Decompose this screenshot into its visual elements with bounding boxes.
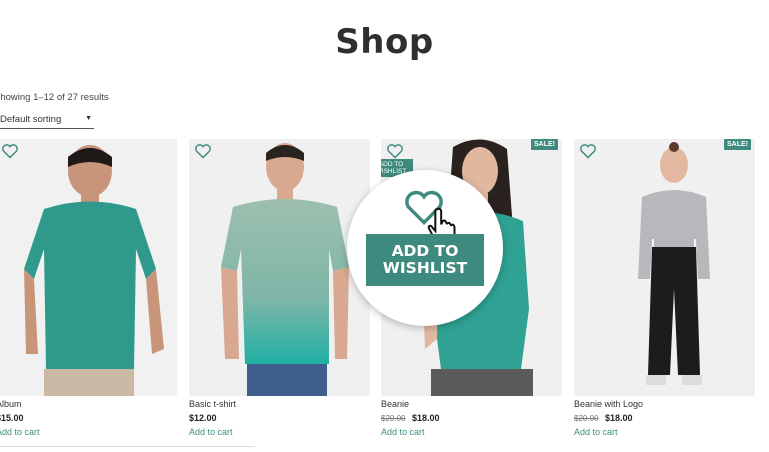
result-count: Showing 1–12 of 27 results: [0, 92, 109, 103]
add-to-cart-button[interactable]: Add to cart: [0, 427, 40, 437]
heart-icon[interactable]: [579, 143, 597, 159]
product-image[interactable]: SALE!: [574, 139, 755, 396]
old-price: $20.00: [574, 414, 599, 423]
product-name[interactable]: Beanie: [381, 399, 409, 409]
page-title: Shop: [335, 22, 434, 62]
product-price: $12.00: [189, 413, 217, 423]
old-price: $20.00: [381, 414, 406, 423]
sort-select-value: Default sorting: [0, 114, 62, 125]
product-price: $20.00 $18.00: [381, 413, 440, 423]
add-to-cart-button[interactable]: Add to cart: [381, 427, 425, 437]
product-price: $20.00 $18.00: [574, 413, 633, 423]
heart-icon[interactable]: [386, 143, 404, 159]
add-to-wishlist-label: ADD TO WISHLIST: [366, 234, 484, 286]
product-name[interactable]: Beanie with Logo: [574, 399, 643, 409]
sale-badge: SALE!: [531, 139, 558, 150]
wishlist-zoom-callout: ADD TO WISHLIST: [347, 170, 503, 326]
caret-down-icon: ▼: [85, 115, 92, 122]
current-price: $18.00: [411, 413, 440, 423]
sort-select[interactable]: Default sorting ▼: [0, 114, 94, 129]
current-price: $18.00: [604, 413, 633, 423]
add-to-cart-button[interactable]: Add to cart: [189, 427, 233, 437]
product-name[interactable]: Basic t-shirt: [189, 399, 236, 409]
heart-icon[interactable]: [1, 143, 19, 159]
product-name[interactable]: Album: [0, 399, 22, 409]
product-image[interactable]: [0, 139, 177, 396]
heart-icon[interactable]: [194, 143, 212, 159]
product-image[interactable]: [189, 139, 370, 396]
product-photo-grey-sweater: [574, 139, 755, 396]
add-to-cart-button[interactable]: Add to cart: [574, 427, 618, 437]
sale-badge: SALE!: [724, 139, 751, 150]
product-price: $15.00: [0, 413, 24, 423]
divider: [0, 446, 255, 447]
product-photo-green-polo: [0, 139, 177, 396]
current-price: $15.00: [0, 413, 24, 423]
product-photo-gradient-tshirt: [189, 139, 370, 396]
current-price: $12.00: [189, 413, 217, 423]
